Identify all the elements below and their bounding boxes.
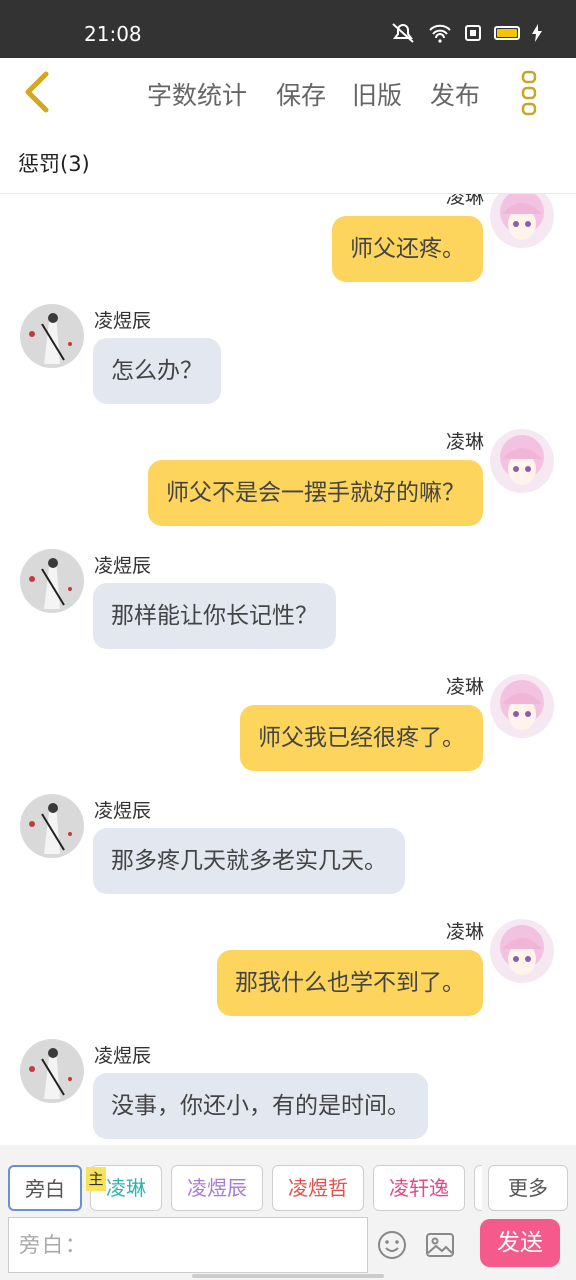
message-bubble[interactable]: 那样能让你长记性？ bbox=[93, 583, 336, 649]
girl-avatar-icon bbox=[490, 194, 554, 248]
status-icons bbox=[390, 22, 542, 44]
character-chip-narrator[interactable]: 旁白 bbox=[8, 1165, 82, 1211]
swordsman-avatar-icon bbox=[20, 549, 84, 613]
avatar[interactable] bbox=[20, 304, 84, 368]
wifi-icon bbox=[429, 24, 451, 43]
status-bar: 21:08 bbox=[0, 0, 576, 58]
swordsman-avatar-icon bbox=[20, 304, 84, 368]
status-time: 21:08 bbox=[84, 22, 142, 46]
message-input[interactable] bbox=[9, 1218, 367, 1272]
speaker-name: 凌煜辰 bbox=[94, 1045, 152, 1067]
top-toolbar: 字数统计 保存 旧版 发布 bbox=[0, 58, 576, 128]
character-chip-lingyuchen[interactable]: 凌煜辰 bbox=[171, 1165, 263, 1211]
avatar[interactable] bbox=[20, 794, 84, 858]
swordsman-avatar-icon bbox=[20, 794, 84, 858]
back-icon[interactable] bbox=[18, 68, 58, 116]
sim-icon bbox=[465, 25, 481, 41]
mute-icon bbox=[392, 23, 414, 43]
emoji-icon[interactable] bbox=[376, 1229, 408, 1261]
speaker-name: 凌琳 bbox=[445, 194, 484, 208]
chat-list[interactable]: 凌琳 师父还疼。 凌煜辰 怎么办？ 凌琳 师父不是会一摆手就好的嘛？ 凌煜辰 那… bbox=[0, 194, 576, 1144]
girl-avatar-icon bbox=[490, 674, 554, 738]
avatar[interactable] bbox=[490, 674, 554, 738]
character-chip-lingxuanyi[interactable]: 凌轩逸 bbox=[373, 1165, 465, 1211]
character-chip-partial[interactable] bbox=[474, 1165, 482, 1211]
message-bubble[interactable]: 怎么办？ bbox=[93, 338, 221, 404]
more-characters-button[interactable]: 更多 bbox=[488, 1165, 568, 1211]
save-button[interactable]: 保存 bbox=[276, 76, 326, 112]
image-icon[interactable] bbox=[424, 1229, 456, 1261]
message-input-box[interactable] bbox=[8, 1217, 368, 1273]
avatar[interactable] bbox=[20, 549, 84, 613]
composer-panel: 旁白 凌琳 主 凌煜辰 凌煜哲 凌轩逸 更多 发送 bbox=[0, 1145, 576, 1280]
message-bubble[interactable]: 没事，你还小，有的是时间。 bbox=[93, 1073, 428, 1139]
old-version-button[interactable]: 旧版 bbox=[352, 76, 402, 112]
send-button[interactable]: 发送 bbox=[480, 1219, 560, 1267]
avatar[interactable] bbox=[20, 1039, 84, 1103]
home-indicator[interactable] bbox=[192, 1274, 384, 1278]
character-chip-lingyuzhe[interactable]: 凌煜哲 bbox=[272, 1165, 364, 1211]
more-menu-icon[interactable] bbox=[520, 70, 538, 116]
girl-avatar-icon bbox=[490, 429, 554, 493]
main-character-badge: 主 bbox=[86, 1167, 106, 1191]
publish-button[interactable]: 发布 bbox=[430, 76, 480, 112]
charging-icon bbox=[532, 24, 542, 42]
avatar[interactable] bbox=[490, 429, 554, 493]
swordsman-avatar-icon bbox=[20, 1039, 84, 1103]
chapter-title[interactable]: 惩罚(3) bbox=[18, 148, 90, 178]
message-bubble[interactable]: 那多疼几天就多老实几天。 bbox=[93, 828, 405, 894]
word-count-button[interactable]: 字数统计 bbox=[147, 76, 247, 112]
speaker-name: 凌煜辰 bbox=[94, 800, 152, 822]
speaker-name: 凌琳 bbox=[445, 676, 484, 698]
message-bubble[interactable]: 师父不是会一摆手就好的嘛？ bbox=[148, 460, 483, 526]
avatar[interactable] bbox=[490, 919, 554, 983]
message-bubble[interactable]: 师父我已经很疼了。 bbox=[240, 705, 483, 771]
speaker-name: 凌煜辰 bbox=[94, 555, 152, 577]
girl-avatar-icon bbox=[490, 919, 554, 983]
message-bubble[interactable]: 师父还疼。 bbox=[332, 216, 483, 282]
speaker-name: 凌煜辰 bbox=[94, 310, 152, 332]
message-bubble[interactable]: 那我什么也学不到了。 bbox=[217, 950, 483, 1016]
speaker-name: 凌琳 bbox=[445, 431, 484, 453]
battery-icon bbox=[494, 26, 520, 40]
avatar[interactable] bbox=[490, 194, 554, 248]
speaker-name: 凌琳 bbox=[445, 921, 484, 943]
